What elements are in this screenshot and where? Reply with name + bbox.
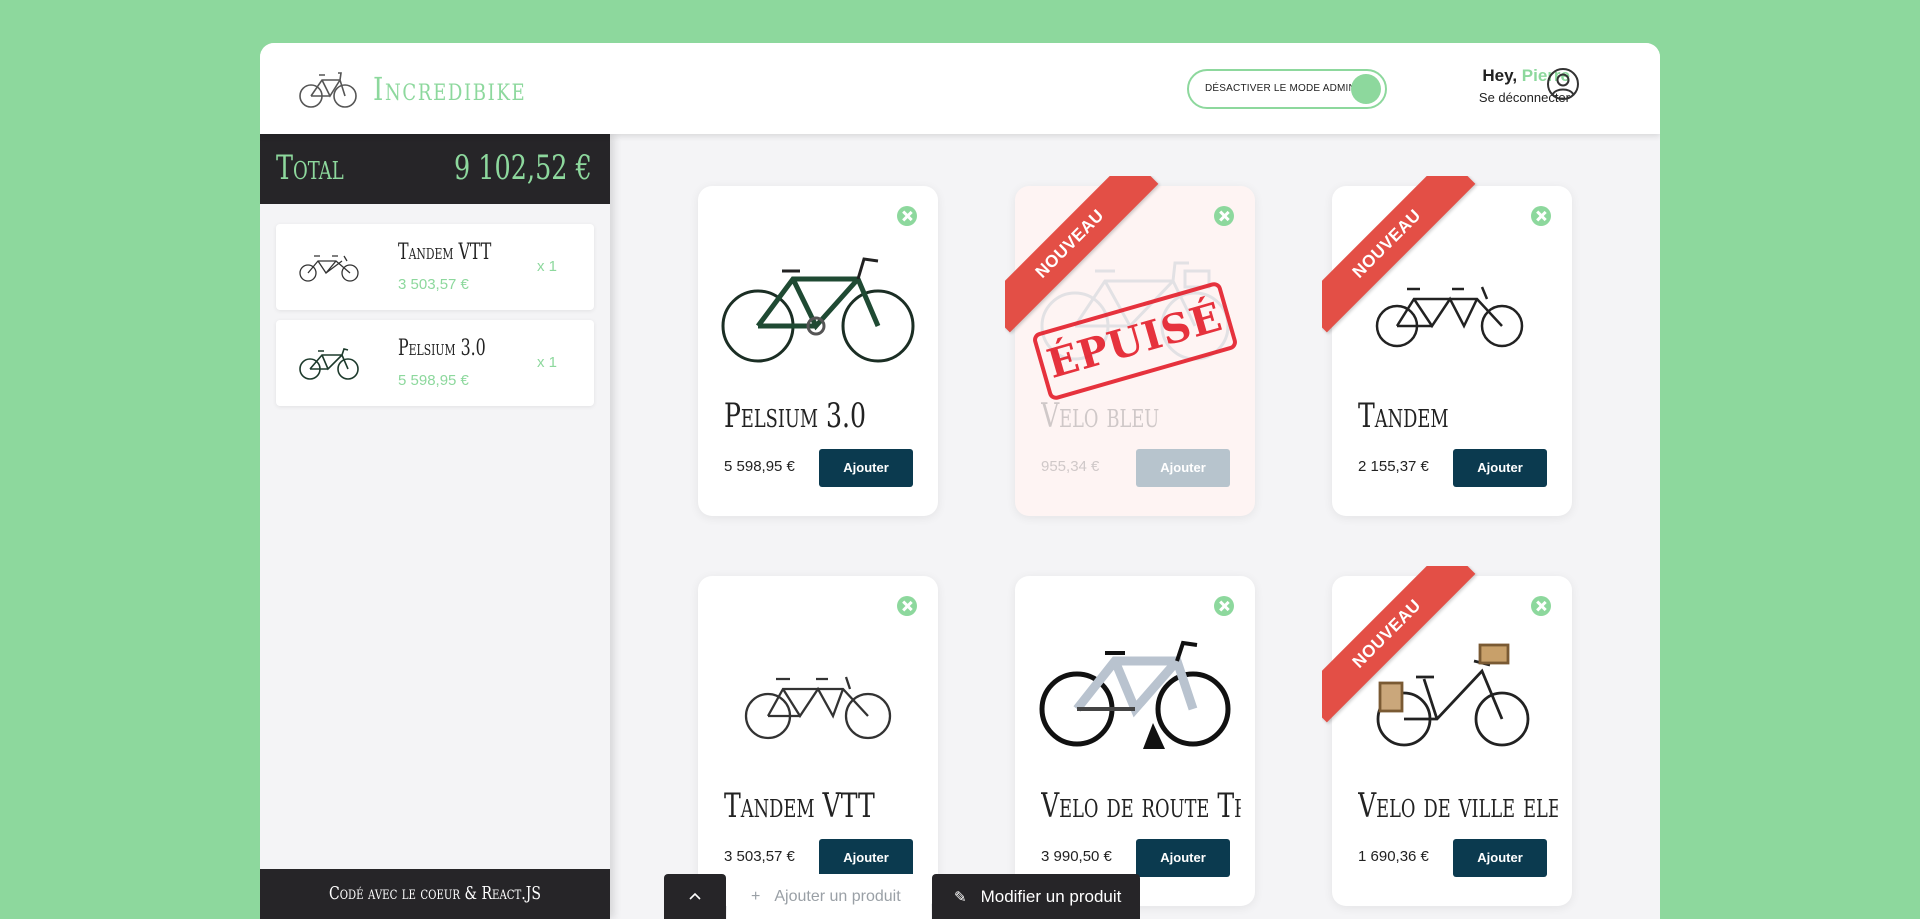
- product-card: Velo de ville ele... 1 690,36 € Ajouter …: [1322, 566, 1572, 906]
- cart-total-bar: Total 9 102,52 €: [260, 134, 610, 204]
- remove-product-icon[interactable]: [897, 596, 917, 616]
- cart-item-name: Pelsium 3.0: [398, 336, 486, 361]
- remove-product-icon[interactable]: [1531, 596, 1551, 616]
- edit-product-button[interactable]: ✎ Modifier un produit: [932, 874, 1140, 919]
- remove-product-icon[interactable]: [1531, 206, 1551, 226]
- product-price: 955,34 €: [1041, 458, 1100, 475]
- product-card: Velo de route Tr... 3 990,50 € Ajouter: [1015, 576, 1255, 906]
- sidebar-footer: Codé avec le coeur & React.JS: [260, 869, 610, 919]
- toggle-knob: [1351, 74, 1381, 104]
- cart-item-price: 3 503,57 €: [398, 276, 469, 293]
- tandem-vtt-thumbnail: [299, 255, 359, 282]
- product-price: 3 503,57 €: [724, 848, 795, 865]
- total-amount: 9 102,52 €: [454, 148, 592, 188]
- product-title: Tandem: [1358, 396, 1449, 436]
- admin-toggle-label: DÉSACTIVER LE MODE ADMIN: [1205, 83, 1356, 94]
- footer-credit: Codé avec le coeur & React.JS: [328, 883, 542, 904]
- product-title: Pelsium 3.0: [724, 396, 867, 436]
- product-card: Pelsium 3.0 5 598,95 € Ajouter: [698, 186, 938, 516]
- product-price: 3 990,50 €: [1041, 848, 1112, 865]
- app-window: Incredibike DÉSACTIVER LE MODE ADMIN Hey…: [260, 43, 1660, 919]
- edit-product-label: Modifier un produit: [980, 887, 1122, 906]
- add-product-button[interactable]: + Ajouter un produit: [727, 874, 931, 919]
- remove-product-icon[interactable]: [897, 206, 917, 226]
- product-title: Velo bleu: [1041, 396, 1160, 436]
- header: Incredibike DÉSACTIVER LE MODE ADMIN Hey…: [260, 43, 1660, 134]
- add-to-cart-button[interactable]: Ajouter: [819, 449, 913, 487]
- pelsium-thumbnail: [299, 348, 359, 380]
- new-ribbon: NOUVEAU: [1322, 566, 1482, 726]
- pencil-icon: ✎: [954, 889, 967, 906]
- new-ribbon: NOUVEAU: [1322, 176, 1482, 336]
- ribbon-label: NOUVEAU: [1005, 176, 1159, 333]
- product-price: 1 690,36 €: [1358, 848, 1429, 865]
- remove-product-icon[interactable]: [1214, 206, 1234, 226]
- product-card: Tandem 2 155,37 € Ajouter NOUVEAU: [1322, 176, 1572, 516]
- product-card: Tandem VTT 3 503,57 € Ajouter: [698, 576, 938, 906]
- new-ribbon: NOUVEAU: [1005, 176, 1165, 336]
- product-image: [1039, 640, 1231, 749]
- total-label: Total: [276, 148, 344, 188]
- add-to-cart-button[interactable]: Ajouter: [1136, 449, 1230, 487]
- cart-item-qty: x 1: [537, 354, 558, 371]
- bicycle-logo-icon: [299, 72, 357, 108]
- remove-product-icon[interactable]: [1214, 596, 1234, 616]
- product-image: [744, 676, 892, 740]
- plus-icon: +: [751, 888, 761, 905]
- product-price: 5 598,95 €: [724, 458, 795, 475]
- product-title: Velo de route Tr...: [1041, 786, 1241, 826]
- product-card: ÉPUISÉ Velo bleu 955,34 € Ajouter NOUVEA…: [1005, 176, 1255, 516]
- scroll-up-button[interactable]: [664, 874, 726, 919]
- cart-item[interactable]: Tandem VTT 3 503,57 € x 1: [276, 224, 594, 310]
- cart-item-qty: x 1: [537, 258, 558, 275]
- product-title: Velo de ville ele...: [1358, 786, 1558, 826]
- add-to-cart-button[interactable]: Ajouter: [1136, 839, 1230, 877]
- add-to-cart-button[interactable]: Ajouter: [1453, 449, 1547, 487]
- user-avatar-icon[interactable]: [1546, 67, 1580, 101]
- greeting-text: Hey,: [1482, 66, 1518, 85]
- product-price: 2 155,37 €: [1358, 458, 1429, 475]
- add-to-cart-button[interactable]: Ajouter: [819, 839, 913, 877]
- add-to-cart-button[interactable]: Ajouter: [1453, 839, 1547, 877]
- cart-item-name: Tandem VTT: [398, 240, 492, 265]
- cart-sidebar: Total 9 102,52 € Tandem VTT 3 503,57 € x…: [260, 134, 610, 919]
- cart-item[interactable]: Pelsium 3.0 5 598,95 € x 1: [276, 320, 594, 406]
- product-image: [721, 257, 915, 363]
- chevron-up-icon: [689, 892, 701, 900]
- ribbon-label: NOUVEAU: [1322, 566, 1476, 723]
- brand-name: Incredibike: [373, 70, 527, 108]
- cart-item-price: 5 598,95 €: [398, 372, 469, 389]
- add-product-label: Ajouter un produit: [774, 888, 901, 905]
- product-title: Tandem VTT: [724, 786, 875, 826]
- admin-mode-toggle[interactable]: DÉSACTIVER LE MODE ADMIN: [1187, 69, 1387, 109]
- ribbon-label: NOUVEAU: [1322, 176, 1476, 333]
